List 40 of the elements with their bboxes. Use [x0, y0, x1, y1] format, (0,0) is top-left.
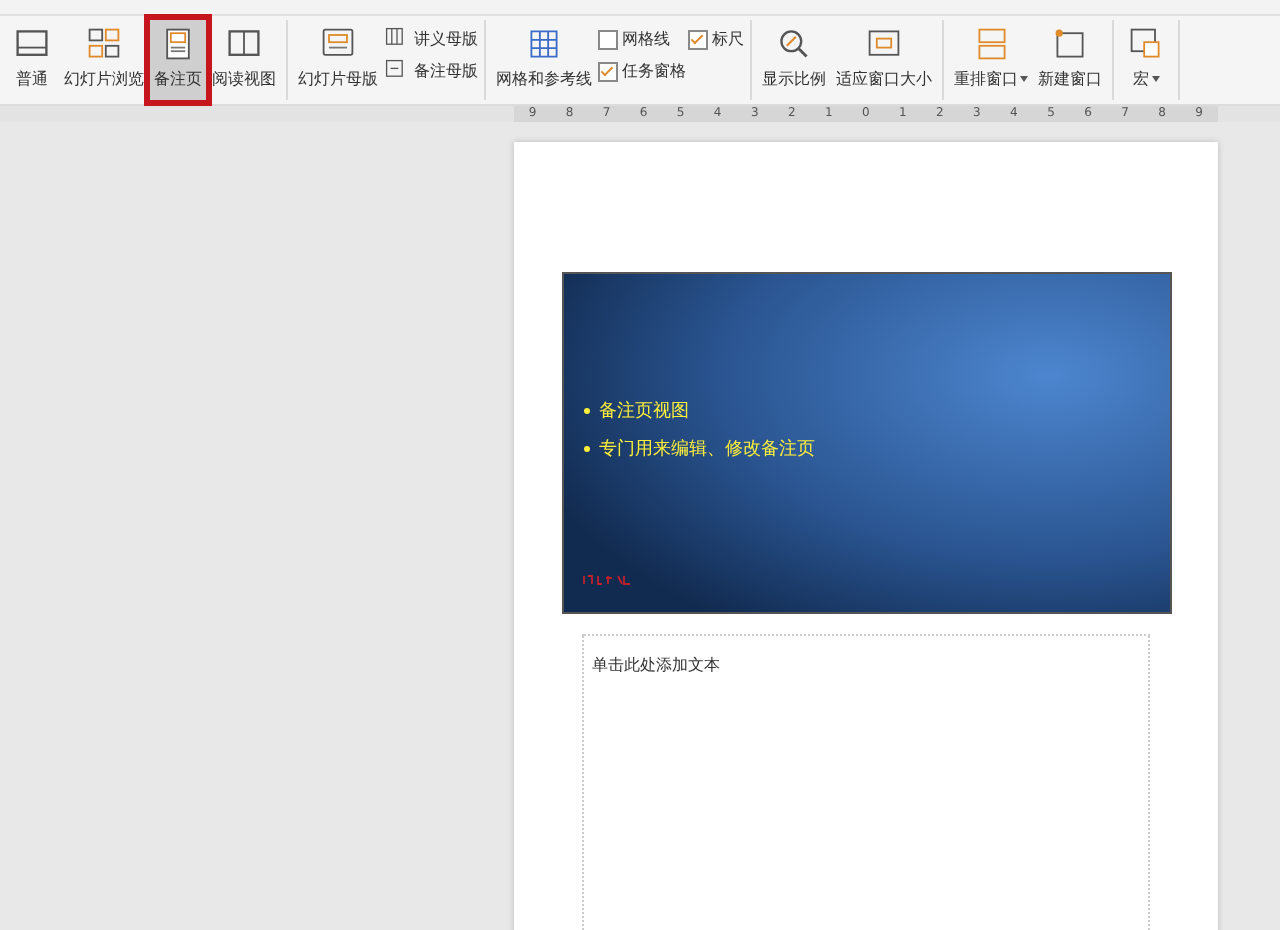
- view-button[interactable]: 新建窗口: [1034, 20, 1106, 100]
- view-button[interactable]: 宏: [1120, 20, 1172, 100]
- stamp-icon: [581, 574, 633, 586]
- placeholder-text: 单击此处添加文本: [592, 656, 720, 674]
- bullet-icon: [583, 446, 589, 452]
- slide-grid-icon: [86, 26, 122, 62]
- normal-view-icon: [14, 26, 50, 62]
- view-button[interactable]: 幻灯片母版: [294, 20, 382, 100]
- book-icon: [226, 26, 262, 62]
- slide-master-icon: [320, 26, 356, 62]
- ribbon-button[interactable]: 备注母版: [384, 58, 478, 84]
- notes-page-icon: [160, 26, 196, 62]
- caret-icon: [1151, 76, 1159, 82]
- view-button[interactable]: 阅读视图: [208, 20, 280, 100]
- new-window-icon: [1052, 26, 1088, 62]
- checkbox-label[interactable]: 网格线: [622, 28, 670, 50]
- checkbox-label[interactable]: 任务窗格: [622, 60, 686, 82]
- view-button[interactable]: 备注页: [150, 20, 206, 100]
- zoom-icon: [776, 26, 812, 62]
- bullet-text: 备注页视图: [583, 398, 1169, 424]
- view-button[interactable]: 幻灯片浏览: [60, 20, 148, 100]
- bullet-text: 专门用来编辑、修改备注页: [583, 436, 1169, 462]
- macro-icon: [1128, 26, 1164, 62]
- highlight-frame: [144, 14, 212, 106]
- view-button[interactable]: 显示比例: [758, 20, 830, 100]
- view-button[interactable]: 网格和参考线: [492, 20, 596, 100]
- view-button[interactable]: 重排窗口: [950, 20, 1032, 100]
- stacked-windows-icon: [973, 26, 1009, 62]
- notes-field[interactable]: 单击此处添加文本: [582, 634, 1150, 930]
- checkbox[interactable]: [598, 29, 618, 49]
- checkbox[interactable]: [598, 61, 618, 81]
- ribbon-button[interactable]: 讲义母版: [384, 26, 478, 52]
- checkbox-label[interactable]: 标尺: [712, 28, 744, 50]
- view-button[interactable]: 适应窗口大小: [832, 20, 936, 100]
- bullet-icon: [583, 408, 589, 414]
- fit-window-icon: [866, 26, 902, 62]
- checkbox[interactable]: [688, 29, 708, 49]
- caret-icon: [1020, 76, 1028, 82]
- view-button[interactable]: 普通: [6, 20, 58, 100]
- grid-icon: [526, 26, 562, 62]
